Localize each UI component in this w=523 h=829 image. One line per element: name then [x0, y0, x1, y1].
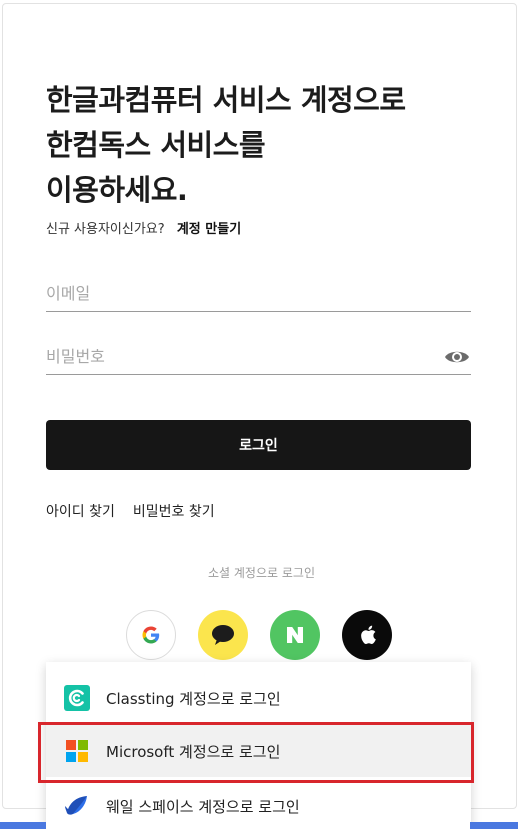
apple-icon: [361, 625, 376, 645]
create-account-link[interactable]: 계정 만들기: [177, 222, 241, 237]
classting-icon: [64, 685, 90, 711]
signup-row: 신규 사용자이신가요? 계정 만들기: [46, 218, 241, 237]
more-login-options-dropdown: Classting 계정으로 로그인 Microsoft 계정으로 로그인 웨일…: [46, 662, 471, 829]
naver-n-icon: [287, 627, 303, 643]
page-title: 한글과컴퓨터 서비스 계정으로 한컴독스 서비스를 이용하세요.: [46, 78, 486, 213]
classting-login-label: Classting 계정으로 로그인: [106, 689, 281, 708]
title-line-3: 이용하세요.: [46, 173, 188, 207]
email-field[interactable]: [46, 276, 471, 311]
google-icon: [142, 626, 160, 644]
kakao-login-button[interactable]: [198, 610, 248, 660]
classting-login-option[interactable]: Classting 계정으로 로그인: [46, 672, 471, 724]
whale-space-login-option[interactable]: 웨일 스페이스 계정으로 로그인: [46, 780, 471, 829]
find-id-link[interactable]: 아이디 찾기: [46, 504, 115, 520]
password-field[interactable]: [46, 339, 471, 374]
bottom-accent-left: [0, 822, 46, 829]
apple-login-button[interactable]: [342, 610, 392, 660]
title-line-1: 한글과컴퓨터 서비스 계정으로: [46, 83, 406, 117]
google-login-button[interactable]: [126, 610, 176, 660]
password-field-wrapper: [46, 339, 471, 375]
email-field-wrapper: [46, 276, 471, 312]
bottom-accent-right: [470, 822, 518, 829]
microsoft-icon: [64, 738, 90, 764]
find-password-link[interactable]: 비밀번호 찾기: [133, 504, 215, 520]
whale-space-login-label: 웨일 스페이스 계정으로 로그인: [106, 797, 300, 816]
kakao-speech-bubble-icon: [212, 625, 234, 645]
whale-icon: [64, 793, 90, 819]
title-line-2: 한컴독스 서비스를: [46, 128, 266, 162]
social-login-label: 소셜 계정으로 로그인: [208, 566, 315, 580]
login-button[interactable]: 로그인: [46, 420, 471, 470]
find-account-links: 아이디 찾기 비밀번호 찾기: [46, 501, 215, 521]
microsoft-login-option[interactable]: Microsoft 계정으로 로그인: [46, 725, 471, 777]
eye-icon[interactable]: [444, 348, 470, 366]
naver-login-button[interactable]: [270, 610, 320, 660]
microsoft-login-label: Microsoft 계정으로 로그인: [106, 742, 281, 761]
signup-question: 신규 사용자이신가요?: [46, 222, 165, 237]
